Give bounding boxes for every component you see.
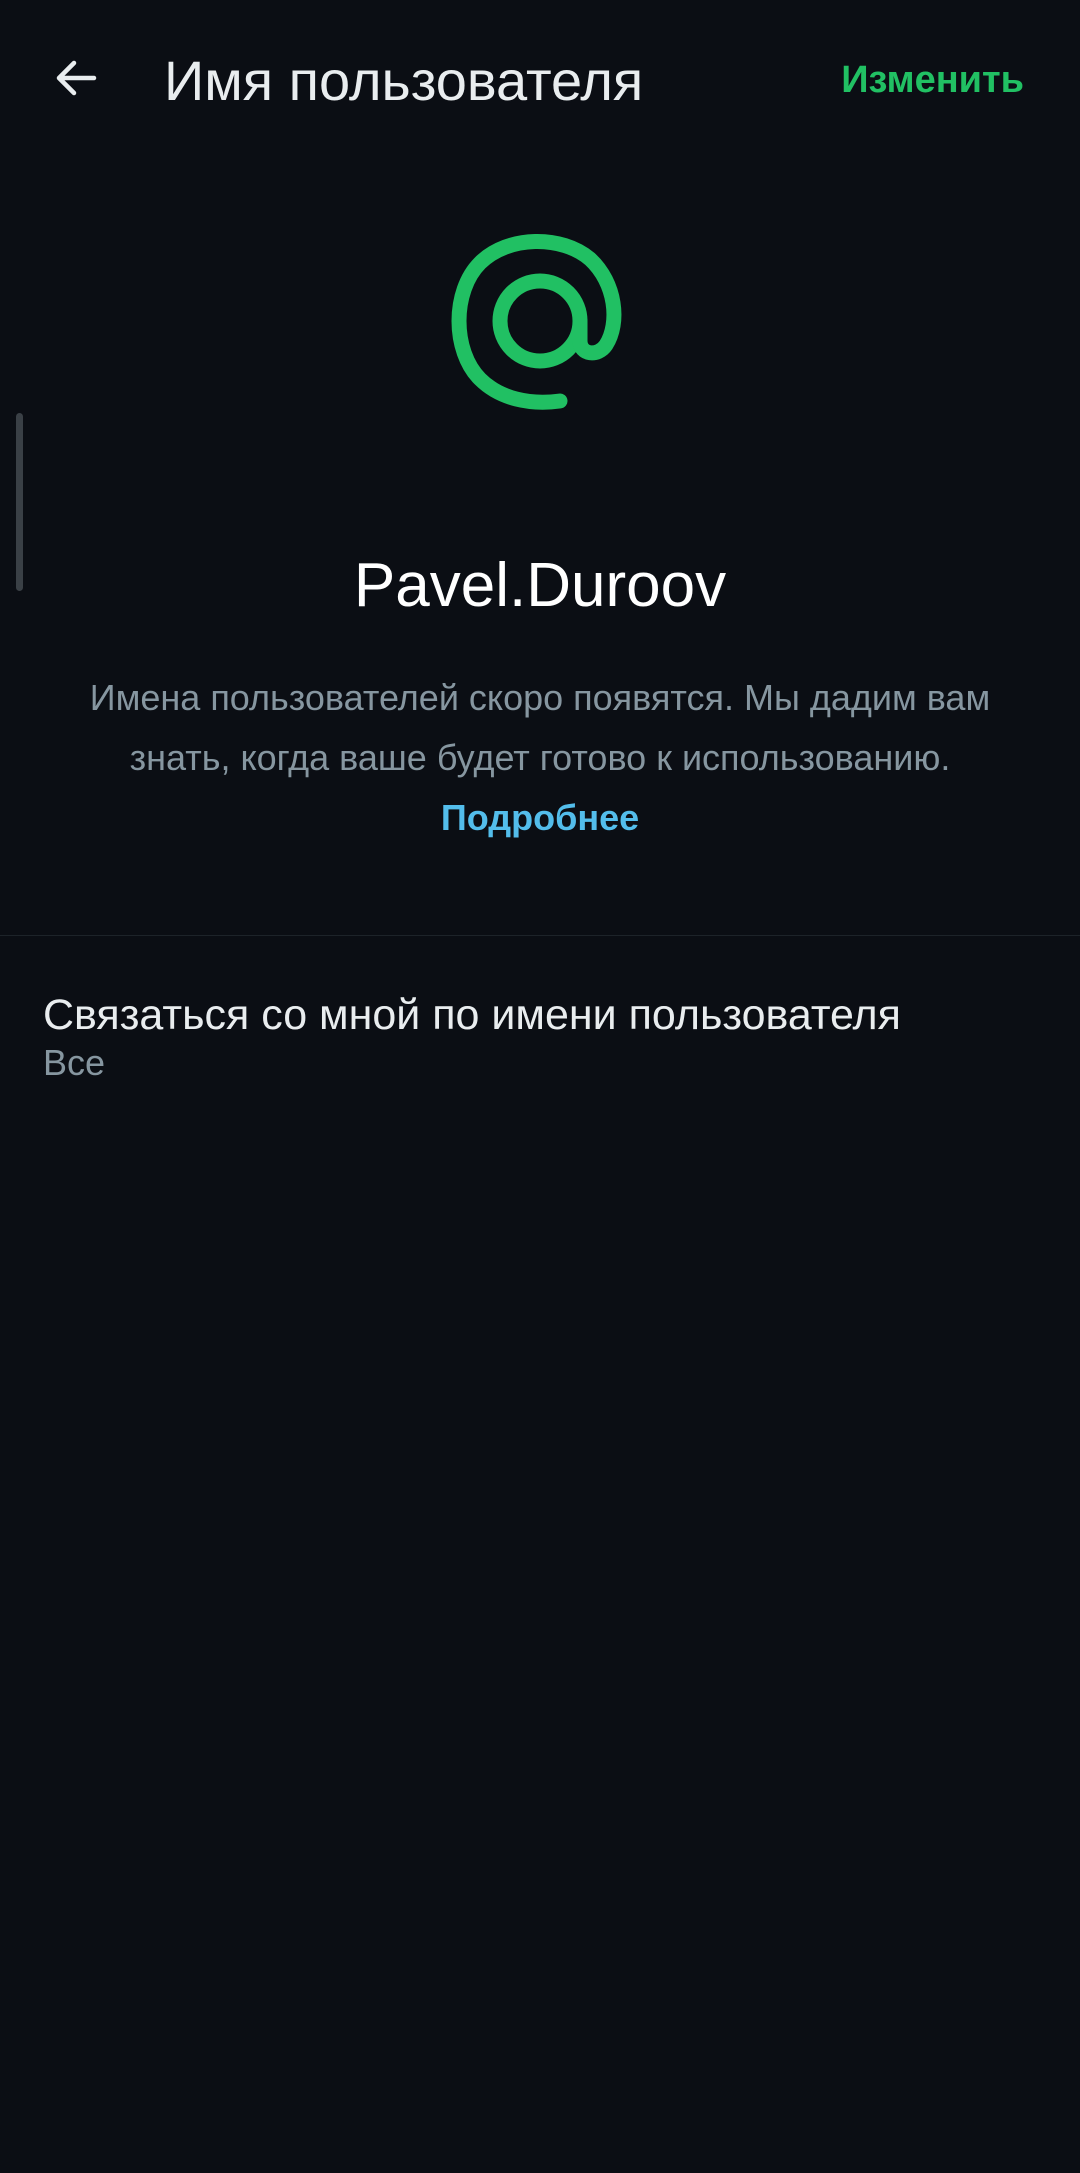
setting-value: Все <box>43 1042 106 1083</box>
edit-button[interactable]: Изменить <box>841 55 1024 105</box>
username-screen: Имя пользователя Изменить Pavel.Duroov И… <box>0 0 1080 2173</box>
info-text: Имена пользователей скоро появятся. Мы д… <box>60 668 1020 848</box>
app-bar: Имя пользователя Изменить <box>0 0 1080 165</box>
info-message: Имена пользователей скоро появятся. Мы д… <box>89 677 991 778</box>
learn-more-link[interactable]: Подробнее <box>441 797 639 838</box>
setting-title: Связаться со мной по имени пользователя <box>43 991 901 1039</box>
at-sign-icon <box>451 234 622 410</box>
page-title: Имя пользователя <box>164 49 644 112</box>
divider <box>0 935 1080 936</box>
username-display: Pavel.Duroov <box>353 551 727 620</box>
arrow-left-icon <box>56 60 97 96</box>
contact-by-username-setting[interactable]: Связаться со мной по имени пользователя … <box>0 970 1080 1095</box>
back-button[interactable] <box>34 36 118 120</box>
